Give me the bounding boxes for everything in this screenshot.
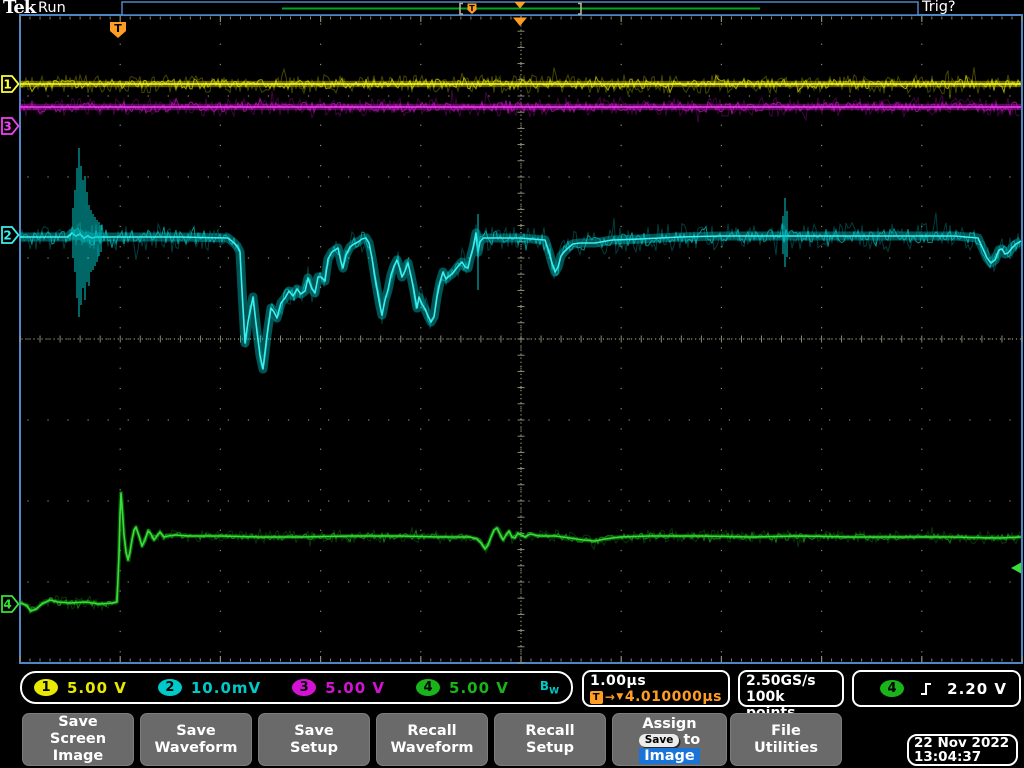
svg-text:T: T bbox=[114, 22, 122, 35]
date: 22 Nov 2022 bbox=[914, 734, 1010, 751]
svg-text:3: 3 bbox=[3, 120, 11, 134]
svg-text:T: T bbox=[469, 4, 475, 13]
ch3-ground-marker: 3 bbox=[1, 117, 20, 135]
ch4-badge: 4 bbox=[416, 679, 441, 696]
horizontal-readout: 1.00µs T → ▼ 4.010000µs bbox=[582, 670, 730, 707]
ch2-scale: 10.0mV bbox=[190, 678, 262, 697]
timebase-value: 1.00µs bbox=[590, 673, 647, 689]
tek-logo: Tek bbox=[3, 0, 36, 18]
recall-setup-button[interactable]: Recall Setup bbox=[494, 713, 606, 766]
svg-text:1: 1 bbox=[3, 78, 11, 92]
assign-target: Image bbox=[639, 747, 700, 764]
save-waveform-button[interactable]: Save Waveform bbox=[140, 713, 252, 766]
svg-text:2: 2 bbox=[3, 229, 11, 243]
svg-text:4: 4 bbox=[3, 598, 11, 612]
ch4-ground-marker: 4 bbox=[1, 595, 20, 613]
recall-waveform-button[interactable]: Recall Waveform bbox=[376, 713, 488, 766]
record-view-bar: T bbox=[121, 1, 919, 16]
save-screen-image-button[interactable]: Save Screen Image bbox=[22, 713, 134, 766]
datetime-box: 22 Nov 2022 13:04:37 bbox=[907, 734, 1018, 766]
trigger-level: 2.20 V bbox=[947, 679, 1007, 698]
trigger-readout: 4 2.20 V bbox=[852, 670, 1021, 707]
ch2-badge: 2 bbox=[157, 679, 182, 696]
arrow-right-icon: → bbox=[604, 690, 616, 704]
save-setup-button[interactable]: Save Setup bbox=[258, 713, 370, 766]
ch1-scale: 5.00 V bbox=[67, 678, 127, 697]
ch3-badge: 3 bbox=[292, 679, 317, 696]
channel-readout-bar: 1 5.00 V 2 10.0mV 3 5.00 V 4 5.00 V BW bbox=[20, 671, 573, 704]
file-utilities-button[interactable]: File Utilities bbox=[730, 713, 842, 766]
trigger-t-icon: T bbox=[590, 690, 603, 704]
ch2-ground-marker: 2 bbox=[1, 226, 20, 244]
assign-save-button[interactable]: Assign Save to Image bbox=[612, 713, 727, 766]
waveform-display: T T 1 3 2 4 bbox=[1, 1, 1024, 664]
rising-edge-icon bbox=[920, 682, 931, 695]
expansion-triangle-icon: ▼ bbox=[616, 692, 624, 702]
time: 13:04:37 bbox=[914, 749, 982, 765]
ch3-scale: 5.00 V bbox=[325, 678, 385, 697]
acquisition-status: Run bbox=[38, 0, 66, 16]
trigger-source-badge: 4 bbox=[880, 680, 904, 697]
bandwidth-limit-icon: BW bbox=[539, 678, 559, 697]
acquisition-readout: 2.50GS/s 100k points bbox=[738, 670, 844, 721]
ch4-readout: 4 5.00 V bbox=[416, 679, 509, 697]
trigger-status: Trig? bbox=[922, 0, 956, 15]
ch1-readout: 1 5.00 V bbox=[34, 679, 127, 697]
ch1-badge: 1 bbox=[34, 679, 58, 696]
oscilloscope-screen: T T 1 3 2 4 Tek Run Trig? 1 5.00 V 2 10.0mV 3… bbox=[0, 0, 1024, 768]
save-key-icon: Save bbox=[638, 733, 680, 747]
sample-rate: 2.50GS/s bbox=[746, 673, 816, 689]
ch4-scale: 5.00 V bbox=[449, 678, 509, 697]
delay-value: 4.010000µs bbox=[624, 689, 722, 705]
ch1-ground-marker: 1 bbox=[1, 75, 20, 93]
ch2-readout: 2 10.0mV bbox=[157, 678, 262, 697]
delay-readout: T → ▼ 4.010000µs bbox=[590, 689, 722, 705]
ch3-readout: 3 5.00 V bbox=[292, 679, 385, 697]
